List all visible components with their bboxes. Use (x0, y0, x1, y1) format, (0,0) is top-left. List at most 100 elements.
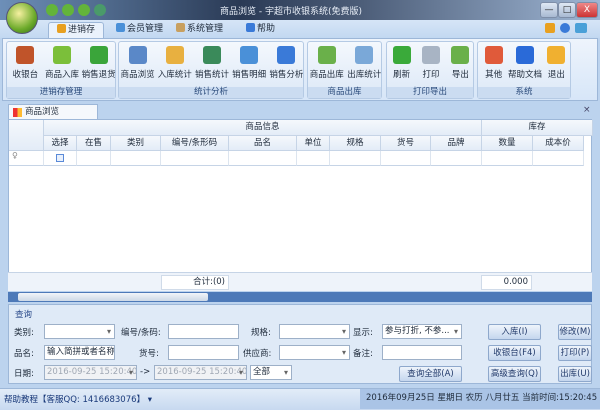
column-header[interactable]: 编号/条形码 (161, 136, 229, 151)
spec-label: 规格: (251, 328, 271, 338)
filter-cell[interactable] (330, 151, 381, 166)
column-header[interactable]: 选择 (44, 136, 77, 151)
advanced-query-button[interactable]: 高级查询(Q) (488, 366, 541, 382)
stock-out-button[interactable]: 出库(U) (558, 366, 592, 382)
datetime-display: 2016年09月25日 星期日 农历 八月廿五 当前时间:15:20:45 (360, 389, 600, 409)
filter-cell[interactable] (482, 151, 533, 166)
stock-out-icon (317, 46, 336, 64)
column-header[interactable]: 数量 (482, 136, 533, 151)
refresh-icon[interactable] (78, 4, 90, 16)
filter-cell[interactable] (533, 151, 584, 166)
ribbon: 进销存管理 收银台 商品入库 销售退货 统计分析 商品浏览 入库统计 销售统计 销售明细 销售分析… (2, 38, 598, 101)
modify-button[interactable]: 修改(M) (558, 324, 592, 340)
select-checkbox[interactable] (56, 154, 64, 162)
app-menu-button[interactable] (6, 2, 38, 34)
ribbon-button-export[interactable]: 导出 (442, 44, 478, 88)
filter-cell[interactable] (431, 151, 482, 166)
filter-cell[interactable] (297, 151, 330, 166)
code-label: 编号/条码: (121, 328, 161, 338)
item-no-input[interactable] (168, 345, 239, 360)
supplier-label: 供应商: (243, 349, 272, 359)
column-header[interactable]: 品牌 (431, 136, 482, 151)
tab-label: 商品浏览 (25, 107, 60, 117)
filter-cell[interactable] (161, 151, 229, 166)
ribbon-button-stock-out[interactable]: 商品出库 (309, 44, 345, 88)
filter-cell[interactable] (77, 151, 111, 166)
tab-1[interactable]: 会员管理 (108, 22, 171, 38)
column-header[interactable]: 类别 (111, 136, 161, 151)
ribbon-button-sales-detail[interactable]: 销售明细 (231, 44, 267, 88)
skin-icon[interactable] (575, 23, 587, 33)
ribbon-button-stock-stats[interactable]: 入库统计 (157, 44, 193, 88)
cashier-icon (16, 46, 35, 64)
ribbon-button-pie-chart[interactable]: 销售分析 (268, 44, 304, 88)
column-header[interactable]: 在售 (77, 136, 111, 151)
print-button[interactable]: 打印(P) (558, 345, 592, 361)
scrollbar-thumb[interactable] (18, 293, 208, 301)
apps-icon (484, 46, 503, 64)
filter-cell[interactable] (381, 151, 431, 166)
out-stats-icon (355, 46, 374, 64)
total-count: 合计:(0) (161, 275, 229, 290)
ribbon-group-4: 系统 其他 帮助文档 退出 (477, 41, 571, 99)
group-label: 进销存管理 (7, 87, 115, 98)
column-header[interactable]: 单位 (297, 136, 330, 151)
category-select[interactable] (44, 324, 115, 339)
date-from-picker[interactable]: 2016-09-25 15:20:40 (44, 365, 137, 380)
close-tab-icon[interactable]: × (583, 105, 591, 115)
ribbon-button-sales-stats[interactable]: 销售统计 (194, 44, 230, 88)
date-range-select[interactable]: 全部 (250, 365, 292, 380)
back-icon[interactable] (46, 4, 58, 16)
stock-in-icon (53, 46, 71, 64)
tab-product-browse[interactable]: 商品浏览 (8, 104, 98, 119)
help-menu[interactable]: 帮助教程【客服QQ: 1416683076】 ▾ (4, 393, 152, 405)
home-icon[interactable] (94, 4, 106, 16)
ribbon-button-stock-in[interactable]: 商品入库 (44, 44, 80, 88)
ribbon-button-power[interactable]: 退出 (538, 44, 574, 88)
filter-cell[interactable] (44, 151, 77, 166)
maximize-button[interactable]: □ (558, 2, 576, 18)
column-header[interactable]: 成本价 (533, 136, 584, 151)
column-header[interactable]: 规格 (330, 136, 381, 151)
horizontal-scrollbar[interactable] (8, 292, 592, 302)
remark-label: 备注: (353, 349, 373, 359)
ribbon-button-cashier[interactable]: 收银台 (7, 44, 43, 88)
tab-0[interactable]: 进销存 (48, 22, 105, 38)
forward-icon[interactable] (62, 4, 74, 16)
cart-icon[interactable] (545, 23, 555, 33)
date-arrow: -> (140, 367, 151, 377)
button-label: 退出 (547, 70, 565, 80)
ribbon-button-browse[interactable]: 商品浏览 (120, 44, 156, 88)
remark-input[interactable] (382, 345, 462, 360)
spec-select[interactable] (279, 324, 350, 339)
ribbon-group-2: 商品出库 商品出库 出库统计 (307, 41, 382, 99)
column-header[interactable]: 货号 (381, 136, 431, 151)
query-all-button[interactable]: 查询全部(A) (399, 366, 462, 382)
tab-label: 系统管理 (187, 24, 224, 34)
column-header[interactable]: 品名 (229, 136, 297, 151)
tab-2[interactable]: 系统管理 (168, 22, 231, 38)
display-select[interactable]: 参与打折, 不参... (382, 324, 462, 339)
tab-3[interactable]: 帮助 (238, 22, 283, 38)
filter-cell[interactable] (111, 151, 161, 166)
display-label: 显示: (353, 328, 373, 338)
info-icon[interactable] (560, 23, 570, 33)
code-input[interactable] (168, 324, 239, 339)
stock-in-button[interactable]: 入库(I) (488, 324, 541, 340)
minimize-button[interactable]: — (540, 2, 558, 18)
browse-icon (128, 46, 147, 64)
ribbon-button-out-stats[interactable]: 出库统计 (346, 44, 382, 88)
date-to-picker[interactable]: 2016-09-25 15:20:40 (154, 365, 247, 380)
export-icon (451, 46, 470, 64)
supplier-select[interactable] (279, 345, 350, 360)
cashier-button[interactable]: 收银台(F4) (488, 345, 541, 361)
ribbon-button-return[interactable]: 销售退货 (81, 44, 117, 88)
close-button[interactable]: X (576, 2, 598, 18)
group-header-stock: 库存 (482, 120, 593, 136)
product-grid[interactable]: 商品信息 库存 选择 在售 类别 编号/条形码 品名 单位 规格 货号 品牌 数量 成本价 ♀ (8, 119, 593, 291)
filter-row-icon: ♀ (9, 151, 44, 166)
sales-detail-icon (240, 46, 259, 64)
filter-cell[interactable] (229, 151, 297, 166)
group-label: 商品出库 (308, 87, 381, 98)
name-input[interactable]: 输入简拼或者名称 (44, 345, 115, 360)
